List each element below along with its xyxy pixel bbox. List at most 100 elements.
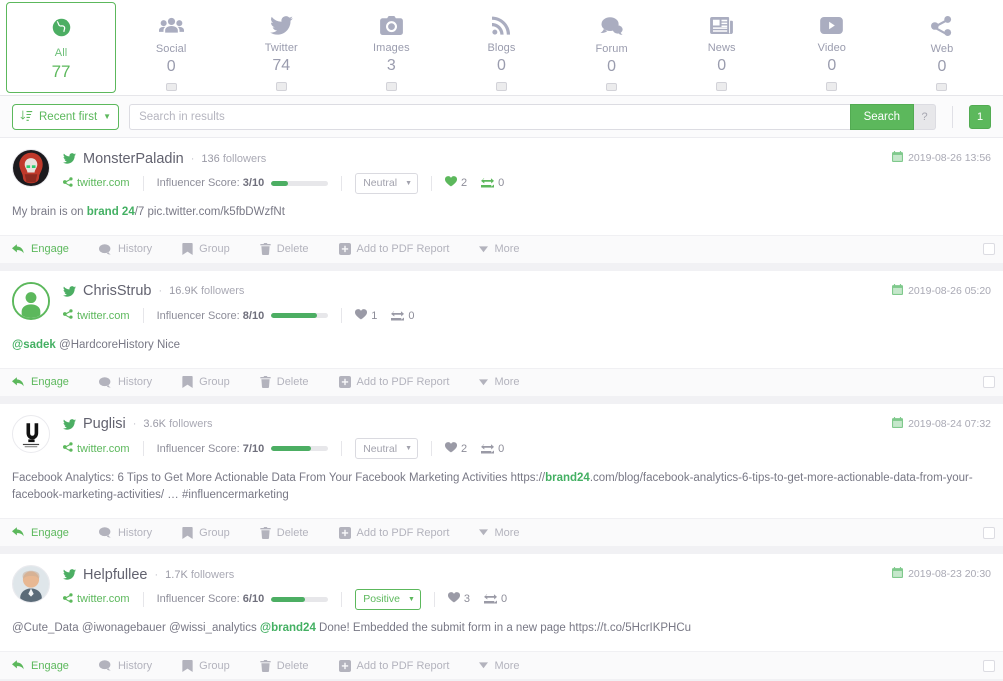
history-label: History [117, 376, 153, 389]
sentiment-dropdown[interactable]: Neutral ▼ [355, 438, 419, 460]
engage-button[interactable]: Engage [12, 660, 69, 672]
add-to-pdf-report-button[interactable]: Add to PDF Report [338, 659, 449, 672]
source-tab-forum[interactable]: Forum 0 [557, 4, 667, 92]
source-tab-all[interactable]: All 77 [6, 2, 117, 93]
source-tab-checkbox[interactable] [606, 83, 618, 91]
engagement-stats: 1 0 [355, 308, 414, 323]
history-button[interactable]: History [98, 243, 152, 255]
source-tab-label: Blogs [487, 42, 516, 55]
delete-button[interactable]: Delete [260, 659, 309, 672]
history-icon [98, 660, 112, 671]
source-tab-checkbox[interactable] [165, 83, 177, 91]
source-tab-checkbox[interactable] [495, 82, 507, 91]
source-link[interactable]: twitter.com [63, 176, 130, 190]
share-icon [63, 442, 73, 455]
source-link[interactable]: twitter.com [63, 592, 130, 606]
delete-button[interactable]: Delete [260, 376, 309, 389]
metrics-line: twitter.com Influencer Score: 8/10 1 0 [63, 303, 991, 329]
source-tab-web[interactable]: Web 0 [887, 4, 997, 92]
more-button[interactable]: More [479, 660, 520, 672]
group-button[interactable]: Group [182, 376, 230, 389]
sort-label: Recent first [39, 110, 98, 123]
source-tab-checkbox[interactable] [826, 82, 838, 91]
group-button[interactable]: Group [182, 243, 230, 256]
source-tab-count: 77 [51, 62, 71, 81]
result-select-checkbox[interactable] [983, 526, 995, 539]
author-name[interactable]: Puglisi [83, 416, 126, 432]
result-meta: MonsterPaladin · 136 followers twitter.c… [63, 149, 991, 196]
more-button[interactable]: More [479, 376, 520, 388]
search-input[interactable] [129, 103, 850, 130]
source-tab-checkbox[interactable] [936, 83, 948, 91]
add-to-pdf-report-button[interactable]: Add to PDF Report [338, 243, 449, 256]
source-tab-label: All [54, 47, 68, 59]
engage-button[interactable]: Engage [12, 243, 69, 255]
heart-icon [447, 592, 460, 606]
source-tab-blogs[interactable]: Blogs 0 [446, 4, 556, 92]
source-tab-images[interactable]: Images 3 [336, 4, 446, 92]
retweets-stat: 0 [391, 310, 414, 322]
delete-button[interactable]: Delete [260, 526, 309, 539]
history-button[interactable]: History [98, 660, 152, 672]
add-to-pdf-report-button[interactable]: Add to PDF Report [338, 526, 449, 539]
group-button[interactable]: Group [182, 526, 230, 539]
source-tab-checkbox[interactable] [716, 82, 728, 91]
source-tab-checkbox[interactable] [385, 82, 397, 91]
pdf-icon [338, 659, 351, 672]
search-button[interactable]: Search [849, 103, 914, 130]
retweets-stat: 0 [481, 177, 504, 189]
history-icon [98, 244, 112, 255]
chevron-down-icon [479, 529, 489, 536]
metrics-line: twitter.com Influencer Score: 3/10 Neutr… [63, 170, 991, 196]
author-name[interactable]: MonsterPaladin [83, 151, 184, 167]
influencer-score: Influencer Score: 3/10 [157, 177, 329, 189]
engage-label: Engage [31, 243, 69, 256]
more-button[interactable]: More [479, 243, 520, 255]
source-domain-label: twitter.com [77, 177, 130, 189]
source-tab-video[interactable]: Video 0 [777, 4, 887, 92]
source-link[interactable]: twitter.com [63, 309, 130, 322]
engage-button[interactable]: Engage [12, 376, 69, 388]
result-text: Facebook Analytics: 6 Tips to Get More A… [0, 462, 1003, 519]
page-button-1[interactable]: 1 [969, 104, 991, 129]
author-line: ChrisStrub · 16.9K followers [63, 282, 991, 301]
result-select-checkbox[interactable] [983, 659, 995, 672]
source-tab-news[interactable]: News 0 [667, 4, 777, 92]
delete-button[interactable]: Delete [260, 243, 309, 256]
group-button[interactable]: Group [182, 659, 230, 672]
source-tab-count: 74 [272, 57, 291, 75]
heart-icon [355, 308, 368, 323]
users-icon [158, 16, 184, 36]
result-card: Helpfullee · 1.7K followers twitter.com … [0, 554, 1003, 680]
likes-count: 2 [461, 442, 468, 455]
source-tab-label: Web [930, 43, 954, 55]
engage-label: Engage [31, 526, 69, 539]
calendar-icon [892, 151, 904, 165]
source-link[interactable]: twitter.com [63, 442, 130, 455]
result-select-checkbox[interactable] [983, 376, 995, 389]
source-tab-count: 0 [607, 58, 617, 75]
author-line: Puglisi · 3.6K followers [63, 415, 991, 434]
history-button[interactable]: History [98, 527, 152, 539]
toolbar-divider [952, 105, 953, 128]
add-to-pdf-report-button[interactable]: Add to PDF Report [338, 376, 449, 389]
engage-button[interactable]: Engage [12, 527, 69, 539]
result-text: My brain is on brand 24/7 pic.twitter.co… [0, 196, 1003, 235]
sentiment-dropdown[interactable]: Neutral ▼ [355, 172, 419, 194]
more-button[interactable]: More [479, 527, 520, 539]
source-tab-social[interactable]: Social 0 [116, 4, 226, 92]
date-label: 2019-08-24 07:32 [908, 417, 991, 430]
result-date: 2019-08-24 07:32 [892, 416, 991, 431]
author-name[interactable]: ChrisStrub [83, 283, 152, 299]
result-header: Helpfullee · 1.7K followers twitter.com … [0, 554, 1003, 612]
source-tab-twitter[interactable]: Twitter 74 [226, 4, 336, 92]
rss-icon [491, 16, 511, 35]
search-help-button[interactable]: ? [914, 103, 936, 130]
history-button[interactable]: History [98, 376, 153, 389]
result-select-checkbox[interactable] [983, 243, 995, 256]
author-name[interactable]: Helpfullee [83, 567, 148, 583]
sentiment-dropdown[interactable]: Positive ▼ [355, 588, 421, 610]
likes-stat: 3 [447, 592, 470, 606]
sort-dropdown[interactable]: Recent first ▼ [12, 103, 120, 130]
source-tab-checkbox[interactable] [275, 82, 287, 91]
